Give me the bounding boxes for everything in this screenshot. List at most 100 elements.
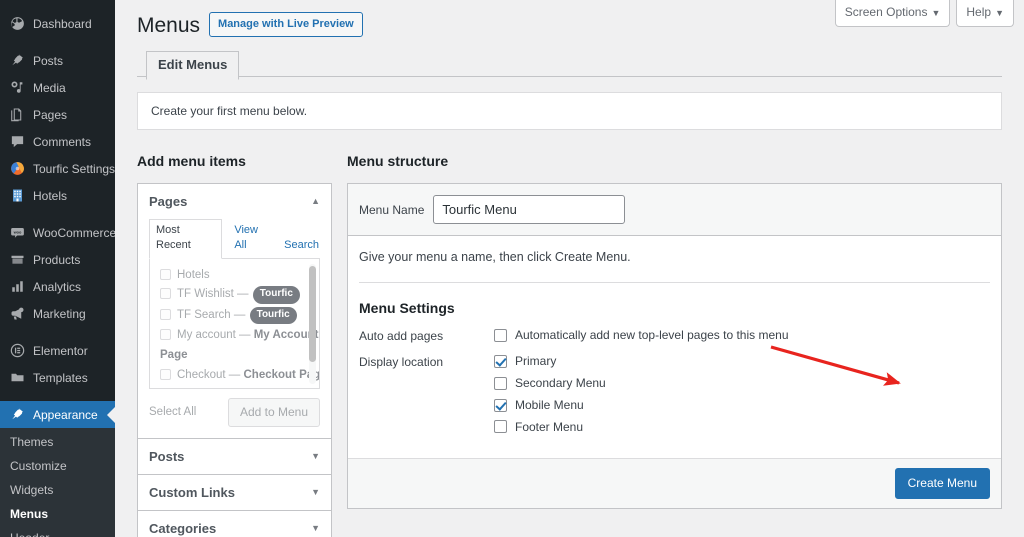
sidebar-item-analytics[interactable]: Analytics: [0, 273, 115, 300]
sidebar-item-label: Templates: [33, 370, 88, 385]
list-scrollbar-thumb[interactable]: [309, 265, 316, 362]
auto-add-pages-text: Automatically add new top-level pages to…: [515, 328, 789, 343]
submenu-item-header[interactable]: Header: [0, 526, 115, 537]
menu-settings-heading: Menu Settings: [359, 300, 455, 317]
submenu-item-menus[interactable]: Menus: [0, 502, 115, 526]
pages-tab-search[interactable]: Search: [283, 235, 320, 257]
checkbox[interactable]: [160, 268, 171, 280]
select-all-link[interactable]: Select All: [149, 406, 196, 418]
sidebar-item-label: Elementor: [33, 343, 88, 358]
manage-with-live-preview-button[interactable]: Manage with Live Preview: [209, 11, 363, 38]
sidebar-item-media[interactable]: Media: [0, 74, 115, 101]
sidebar-item-label: WooCommerce: [33, 225, 115, 240]
screen-options-button[interactable]: Screen Options ▼: [834, 0, 951, 27]
location-option-footer-menu[interactable]: Footer Menu: [494, 419, 990, 436]
sidebar-item-label: Products: [33, 252, 81, 267]
pages-tab-view-all[interactable]: View All: [233, 220, 272, 258]
page-wrap: Menus Manage with Live Preview Edit Menu…: [115, 0, 1024, 537]
accordion-title: Custom Links: [149, 484, 235, 500]
tab-edit-menus[interactable]: Edit Menus: [146, 51, 240, 81]
checkbox[interactable]: [160, 329, 171, 341]
accordion-header-pages[interactable]: Pages ▲: [138, 183, 331, 219]
sidebar-item-appearance[interactable]: Appearance: [0, 401, 115, 428]
sidebar-item-elementor[interactable]: Elementor: [0, 337, 115, 364]
media-icon: [8, 79, 27, 96]
menus-columns: Add menu items Pages ▲ Most Recent View …: [137, 152, 1002, 537]
checkbox[interactable]: [160, 368, 171, 380]
dashboard-icon: [8, 15, 27, 32]
list-scrollbar[interactable]: [309, 263, 316, 384]
screen-meta-links: Screen Options ▼ Help ▼: [834, 0, 1014, 27]
submenu-item-customize[interactable]: Customize: [0, 454, 115, 478]
location-label: Secondary Menu: [515, 375, 606, 390]
list-item[interactable]: Checkout — Checkout Page: [156, 367, 319, 384]
sidebar-item-woocommerce[interactable]: woo WooCommerce: [0, 219, 115, 246]
accordion-header-posts[interactable]: Posts ▼: [138, 438, 331, 474]
checkbox-mobile-menu[interactable]: [494, 398, 507, 412]
sidebar-item-comments[interactable]: Comments: [0, 128, 115, 155]
location-option-primary[interactable]: Primary: [494, 353, 990, 370]
sidebar-item-dashboard[interactable]: Dashboard: [0, 10, 115, 37]
location-label: Footer Menu: [515, 419, 584, 434]
menu-structure-heading: Menu structure: [347, 153, 449, 170]
list-item[interactable]: My account — My Account: [156, 327, 318, 344]
location-option-mobile-menu[interactable]: Mobile Menu: [494, 397, 990, 414]
pin-icon: [8, 52, 27, 69]
pages-checkbox-list[interactable]: Hotels TF Wishlist — Tourfic TF Search —: [149, 258, 320, 389]
sidebar-item-label: Comments: [33, 134, 92, 149]
comments-icon: [8, 133, 27, 150]
sidebar-item-pages[interactable]: Pages: [0, 101, 115, 128]
paintbrush-icon: [8, 406, 27, 423]
list-item[interactable]: TF Wishlist — Tourfic: [156, 286, 313, 304]
list-item-label: TF Search —: [177, 308, 249, 321]
submenu-item-widgets[interactable]: Widgets: [0, 478, 115, 502]
checkbox-primary[interactable]: [494, 355, 507, 369]
checkbox[interactable]: [160, 288, 171, 300]
create-menu-button[interactable]: Create Menu: [894, 468, 990, 500]
chevron-down-icon: ▼: [931, 8, 941, 18]
appearance-submenu: Themes Customize Widgets Menus Header Ba…: [0, 428, 115, 537]
checkbox-footer-menu[interactable]: [494, 420, 507, 434]
location-option-secondary-menu[interactable]: Secondary Menu: [494, 375, 990, 392]
accordion-body-pages: Most Recent View All Search Hotels TF Wi…: [138, 218, 331, 438]
auto-add-pages-control: Automatically add new top-level pages to…: [494, 327, 990, 349]
submenu-item-themes[interactable]: Themes: [0, 430, 115, 454]
auto-add-pages-checkbox[interactable]: [494, 329, 507, 343]
help-button[interactable]: Help ▼: [956, 0, 1014, 27]
add-to-menu-button[interactable]: Add to Menu: [227, 397, 320, 427]
pages-tab-most-recent[interactable]: Most Recent: [149, 218, 223, 259]
list-item[interactable]: TF Search — Tourfic: [156, 306, 313, 325]
list-item[interactable]: Cart — Cart Page: [156, 386, 313, 387]
accordion-header-categories[interactable]: Categories ▼: [138, 510, 331, 537]
auto-add-pages-checkbox-line[interactable]: Automatically add new top-level pages to…: [494, 327, 990, 344]
sidebar-item-templates[interactable]: Templates: [0, 364, 115, 391]
menu-name-input[interactable]: [433, 194, 626, 225]
woocommerce-icon: woo: [8, 224, 27, 241]
sidebar-item-marketing[interactable]: Marketing: [0, 300, 115, 327]
sidebar-item-label: Pages: [33, 107, 68, 122]
pages-tabs: Most Recent View All Search: [149, 218, 320, 259]
accordion-section-pages: Pages ▲ Most Recent View All Search Hote…: [138, 183, 331, 439]
menu-name-row: Menu Name: [348, 183, 1001, 237]
sidebar-item-tourfic-settings[interactable]: Tourfic Settings: [0, 155, 115, 182]
accordion-section-custom-links: Custom Links ▼: [138, 474, 331, 511]
checkbox-secondary-menu[interactable]: [494, 376, 507, 390]
badge-tourfic: Tourfic: [252, 286, 300, 304]
chevron-up-icon: ▲: [311, 196, 320, 207]
sidebar-item-posts[interactable]: Posts: [0, 47, 115, 74]
analytics-bars-icon: [8, 278, 27, 295]
accordion-header-custom-links[interactable]: Custom Links ▼: [138, 474, 331, 510]
location-label: Primary: [515, 354, 557, 369]
chevron-down-icon: ▼: [311, 487, 320, 498]
sidebar-item-label: Media: [33, 80, 66, 95]
chevron-down-icon: ▼: [995, 8, 1004, 18]
sidebar-item-products[interactable]: Products: [0, 246, 115, 273]
accordion-section-categories: Categories ▼: [138, 510, 331, 537]
checkbox[interactable]: [160, 308, 171, 320]
sidebar-item-hotels[interactable]: Hotels: [0, 182, 115, 209]
badge-tourfic: Tourfic: [249, 306, 297, 325]
list-item[interactable]: Hotels: [156, 267, 313, 284]
menu-structure-column: Menu structure Menu Name Give your menu …: [347, 152, 1002, 537]
